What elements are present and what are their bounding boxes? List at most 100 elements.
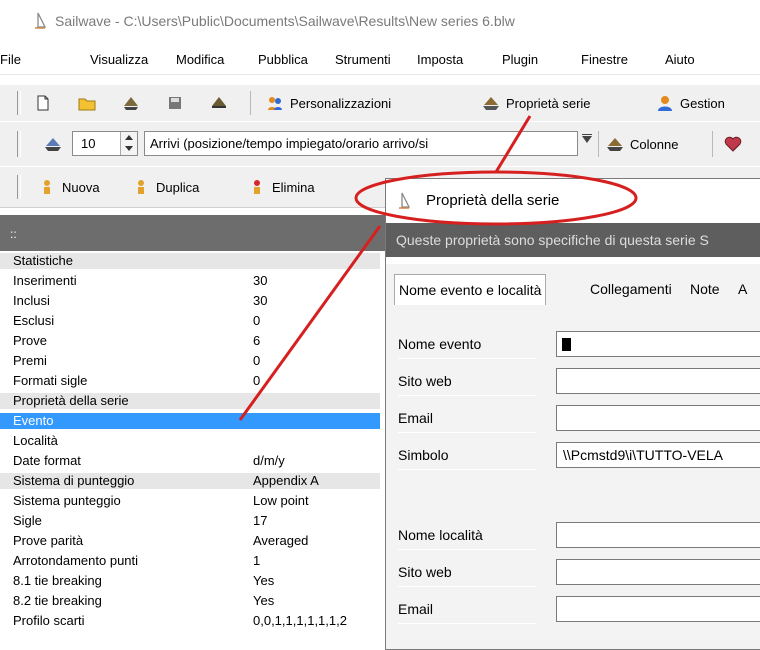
grid-row[interactable]: Località <box>0 433 380 449</box>
grid-row-key: Statistiche <box>13 253 73 268</box>
heart-tool-button[interactable] <box>724 133 742 155</box>
grid-row-key: Profilo scarti <box>13 613 85 628</box>
grid-row[interactable]: Date format d/m/y <box>0 453 380 469</box>
tab-note[interactable]: Note <box>690 274 720 304</box>
menu-file[interactable]: File <box>0 52 21 67</box>
nuova-button[interactable]: Nuova <box>38 176 100 198</box>
grid-row-value: 30 <box>253 293 268 308</box>
boat-icon <box>45 138 61 151</box>
toolbar-grip[interactable] <box>17 131 21 157</box>
manager-icon <box>658 96 672 111</box>
open-folder-button[interactable] <box>78 92 96 114</box>
grid-row-key: Proprietà della serie <box>13 393 129 408</box>
grid-row-key: 8.2 tie breaking <box>13 593 102 608</box>
grid-header-text: :: <box>10 227 17 241</box>
simbolo-input[interactable]: \\Pcmstd9\i\TUTTO-VELA <box>556 442 760 468</box>
grid-row[interactable]: Prove 6 <box>0 333 380 349</box>
stepper-arrows[interactable] <box>120 132 137 155</box>
sito-web-localita-input[interactable] <box>556 559 760 585</box>
grid-row[interactable]: Evento <box>0 413 380 429</box>
grid-row-value: Yes <box>253 573 275 588</box>
grid-row-key: Inserimenti <box>13 273 77 288</box>
grid-row[interactable]: Proprietà della serie <box>0 393 380 409</box>
grid-row-key: Prove parità <box>13 533 84 548</box>
grid-row[interactable]: Arrotondamento punti 1 <box>0 553 380 569</box>
gestion-button[interactable]: Gestion <box>656 92 725 114</box>
boat-close-icon <box>212 97 226 108</box>
grid-row-value: Averaged <box>253 533 309 548</box>
sito-web-input[interactable] <box>556 368 760 394</box>
grid-row[interactable]: Premi 0 <box>0 353 380 369</box>
menu-visualizza[interactable]: Visualizza <box>90 52 148 67</box>
nome-localita-input[interactable] <box>556 522 760 548</box>
sailwave-logo-icon <box>35 12 46 29</box>
people-icon <box>268 97 282 110</box>
stepper-up-icon[interactable] <box>125 135 133 140</box>
nuova-label: Nuova <box>62 179 100 195</box>
grid-row-key: Prove <box>13 333 47 348</box>
tab-nome-evento[interactable]: Nome evento e località <box>394 274 547 305</box>
proprieta-serie-button[interactable]: Proprietà serie <box>482 92 591 114</box>
grid-row[interactable]: Prove parità Averaged <box>0 533 380 549</box>
label-nome-evento: Nome evento <box>398 330 536 359</box>
toolbar-grip[interactable] <box>17 175 21 199</box>
duplica-button[interactable]: Duplica <box>132 176 199 198</box>
grid-row[interactable]: Profilo scarti 0,0,1,1,1,1,1,1,2 <box>0 613 380 629</box>
email-localita-input[interactable] <box>556 596 760 622</box>
toolbar-separator <box>712 131 713 157</box>
race-picker-button[interactable] <box>44 133 62 155</box>
grid-row-key: Date format <box>13 453 81 468</box>
boat-disk-icon <box>169 97 181 109</box>
text-caret <box>562 338 571 351</box>
view-combo[interactable]: Arrivi (posizione/tempo impiegato/orario… <box>144 131 578 156</box>
toolbar-separator <box>598 131 599 157</box>
new-file-icon <box>37 95 49 111</box>
menu-finestre[interactable]: Finestre <box>581 52 628 67</box>
grid-row-key: Sigle <box>13 513 42 528</box>
personalizzazioni-button[interactable]: Personalizzazioni <box>266 92 391 114</box>
grid-row-key: Evento <box>13 413 54 428</box>
menu-plugin[interactable]: Plugin <box>502 52 538 67</box>
nome-evento-input[interactable] <box>556 331 760 357</box>
grid-row-key: Arrotondamento punti <box>13 553 139 568</box>
menu-imposta[interactable]: Imposta <box>417 52 463 67</box>
colonne-button[interactable]: Colonne <box>606 133 678 155</box>
tab-more[interactable]: A <box>738 274 747 304</box>
grid-row[interactable]: Formati sigle 0 <box>0 373 380 389</box>
series-properties-dialog: Proprietà della serie Queste proprietà s… <box>385 178 760 650</box>
grid-row[interactable]: Inclusi 30 <box>0 293 380 309</box>
main-toolbar: Personalizzazioni Proprietà serie Gestio… <box>0 84 760 122</box>
grid-row[interactable]: Esclusi 0 <box>0 313 380 329</box>
label-email-localita: Email <box>398 595 536 624</box>
grid-row[interactable]: Inserimenti 30 <box>0 273 380 289</box>
dialog-title: Proprietà della serie <box>426 192 560 209</box>
menu-aiuto[interactable]: Aiuto <box>665 52 695 67</box>
gestion-label: Gestion <box>680 95 725 111</box>
grid-row[interactable]: Sigle 17 <box>0 513 380 529</box>
grid-row[interactable]: Sistema di punteggio Appendix A <box>0 473 380 489</box>
tab-collegamenti[interactable]: Collegamenti <box>590 274 672 304</box>
label-sito-web: Sito web <box>398 367 536 396</box>
email-input[interactable] <box>556 405 760 431</box>
new-file-button[interactable] <box>34 92 52 114</box>
elimina-button[interactable]: Elimina <box>248 176 315 198</box>
menu-modifica[interactable]: Modifica <box>176 52 224 67</box>
gear-boat-icon <box>483 97 499 110</box>
race-number-stepper[interactable]: 10 <box>72 131 138 156</box>
menu-pubblica[interactable]: Pubblica <box>258 52 308 67</box>
close-series-button[interactable] <box>210 92 228 114</box>
grid-row[interactable]: Sistema punteggio Low point <box>0 493 380 509</box>
save-button[interactable] <box>122 92 140 114</box>
save-as-button[interactable] <box>166 92 184 114</box>
grid-row[interactable]: 8.2 tie breaking Yes <box>0 593 380 609</box>
grid-row[interactable]: Statistiche <box>0 253 380 269</box>
grid-row-key: Sistema punteggio <box>13 493 121 508</box>
proprieta-serie-label: Proprietà serie <box>506 95 591 111</box>
grid-row[interactable]: 8.1 tie breaking Yes <box>0 573 380 589</box>
grid-row-value: 0 <box>253 353 261 368</box>
elimina-label: Elimina <box>272 179 315 195</box>
stepper-down-icon[interactable] <box>125 146 133 151</box>
menu-strumenti[interactable]: Strumenti <box>335 52 391 67</box>
combo-dropdown-icon[interactable] <box>582 136 592 143</box>
toolbar-grip[interactable] <box>17 91 21 115</box>
